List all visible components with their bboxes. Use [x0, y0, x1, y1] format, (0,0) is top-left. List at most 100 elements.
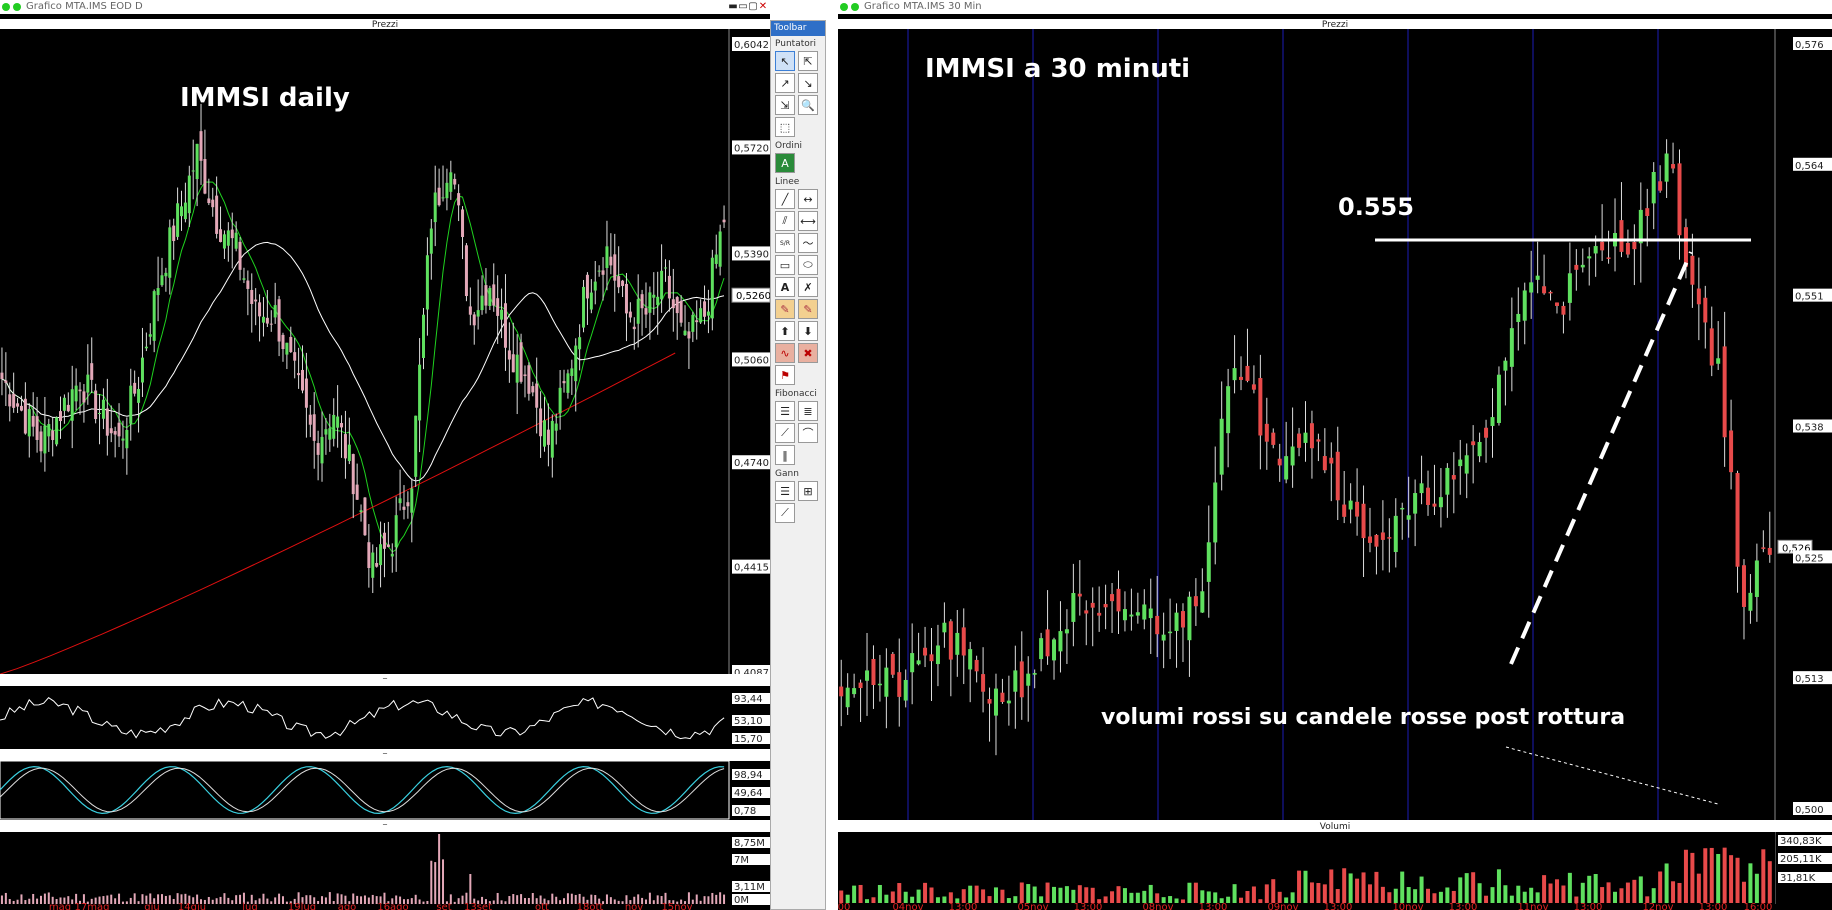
candle-body — [324, 429, 328, 435]
candle-body — [187, 175, 191, 214]
candle-body — [1084, 610, 1089, 614]
candle-body — [1703, 297, 1708, 323]
fibo-time-icon[interactable]: ‖ — [775, 445, 795, 465]
maximize-icon[interactable]: ▢ — [748, 0, 758, 14]
vol-tick-label: 8,75M — [734, 838, 765, 849]
vol-tick-label: 205,11K — [1780, 854, 1822, 865]
candle-body — [129, 385, 133, 424]
candle-body — [191, 170, 195, 172]
volume-bar — [328, 892, 331, 904]
volume-bar — [438, 834, 441, 904]
candle-body — [1155, 615, 1160, 635]
fibo-arc-icon[interactable]: ⌒ — [798, 423, 818, 443]
rect-select-icon[interactable]: ⬚ — [775, 117, 795, 137]
candle-body — [974, 659, 979, 672]
left-chart[interactable]: Prezzi 0,6042 0,5720 0,5390 0,5260 0,5060 0,4… — [0, 14, 770, 910]
rectangle-icon[interactable]: ▭ — [775, 255, 795, 275]
candle-body — [234, 232, 238, 249]
candle-body — [1071, 593, 1076, 622]
order-icon[interactable]: A — [775, 153, 795, 173]
candle-body — [47, 424, 51, 437]
text-icon[interactable]: A — [775, 277, 795, 297]
candle-body — [664, 267, 667, 269]
candle-body — [156, 288, 160, 296]
gann-lines-icon[interactable]: ☰ — [775, 481, 795, 501]
fibo-ext-icon[interactable]: ≣ — [798, 401, 818, 421]
right-window-titlebar[interactable]: Grafico MTA.IMS 30 Min — [838, 0, 1832, 14]
horizontal-line-icon[interactable]: ↔ — [798, 189, 818, 209]
zoom-icon[interactable]: 🔍 — [798, 95, 818, 115]
close-icon[interactable]: ✕ — [758, 0, 768, 14]
volume-bar — [566, 893, 569, 904]
volume-bar — [1703, 848, 1708, 903]
candle-body — [445, 182, 449, 199]
x-tick-label: 15nov — [661, 902, 692, 910]
toolbar-section-ordini: Ordini — [775, 141, 803, 151]
x-tick-label: 13:00 — [1324, 902, 1353, 910]
pointer-icon[interactable]: ↖ — [775, 51, 795, 71]
parallel-icon[interactable]: ⫽ — [775, 211, 795, 231]
range-icon[interactable]: ⟷ — [798, 211, 818, 231]
x-tick-label: ago — [338, 902, 357, 910]
wave-icon[interactable]: ∿ — [775, 343, 795, 363]
candle-body — [1264, 423, 1269, 442]
volume-bar — [231, 900, 234, 904]
candle-body — [1213, 482, 1218, 543]
move-icon[interactable]: ↘ — [798, 73, 818, 93]
candle-body — [1174, 612, 1179, 631]
right-chart[interactable]: Prezzi 0,5760,5640,5510,5380,5260,5250,5… — [838, 14, 1832, 910]
candle-body — [437, 187, 441, 206]
line-icon[interactable]: ╱ — [775, 189, 795, 209]
candle-body — [207, 198, 211, 204]
candle-body — [137, 389, 141, 403]
volume-bar — [1271, 879, 1276, 903]
candle-body — [1554, 302, 1559, 306]
volume-bar — [1406, 887, 1411, 903]
candle-body — [429, 228, 433, 254]
volume-bar — [114, 898, 117, 904]
candle-body — [1451, 475, 1456, 480]
volume-bar — [1690, 852, 1695, 903]
sup-res-icon[interactable]: S/R — [775, 233, 795, 253]
pencil-icon[interactable]: ✎ — [775, 299, 795, 319]
gann-fan-icon[interactable]: ⟋ — [775, 503, 795, 523]
pointer-plus-icon[interactable]: ⇱ — [798, 51, 818, 71]
volume-bar — [227, 897, 230, 904]
fibo-retracement-icon[interactable]: ☰ — [775, 401, 795, 421]
candle-body — [1561, 305, 1566, 315]
vol-tick-label: 7M — [734, 855, 749, 866]
volume-bar — [897, 883, 902, 903]
pencil-alt-icon[interactable]: ✎ — [798, 299, 818, 319]
volume-bar — [929, 887, 934, 903]
candle-body — [1419, 483, 1424, 494]
flag-icon[interactable]: ⚑ — [775, 365, 795, 385]
left-window-titlebar[interactable]: Grafico MTA.IMS EOD D ▬▭▢✕ — [0, 0, 770, 14]
delete-icon[interactable]: ✖ — [798, 343, 818, 363]
candle-body — [1574, 264, 1579, 270]
eraser-icon[interactable]: ✗ — [798, 277, 818, 297]
polyline-icon[interactable]: 〜 — [798, 233, 818, 253]
volume-bar — [453, 901, 456, 904]
volume-bar — [974, 885, 979, 903]
stoch-tick-label: 0,78 — [734, 806, 756, 817]
minimize-icon[interactable]: ▬ — [728, 0, 738, 14]
candle-body — [667, 275, 671, 299]
restore-icon[interactable]: ▭ — [738, 0, 748, 14]
candle-body — [105, 408, 109, 436]
select-zoom-icon[interactable]: ⇲ — [775, 95, 795, 115]
candle-body — [238, 241, 242, 270]
crosshair-icon[interactable]: ↗ — [775, 73, 795, 93]
candle-body — [19, 405, 23, 411]
volume-bar — [1380, 886, 1385, 903]
candle-body — [382, 532, 386, 549]
gann-box-icon[interactable]: ⊞ — [798, 481, 818, 501]
fibo-fan-icon[interactable]: ⟋ — [775, 423, 795, 443]
candle-body — [1161, 634, 1166, 641]
arrow-up-icon[interactable]: ⬆ — [775, 321, 795, 341]
ellipse-icon[interactable]: ⬭ — [798, 255, 818, 275]
arrow-down-icon[interactable]: ⬇ — [798, 321, 818, 341]
candle-body — [714, 254, 718, 264]
candle-body — [621, 280, 625, 286]
candle-body — [1116, 588, 1121, 612]
candle-body — [390, 553, 394, 557]
